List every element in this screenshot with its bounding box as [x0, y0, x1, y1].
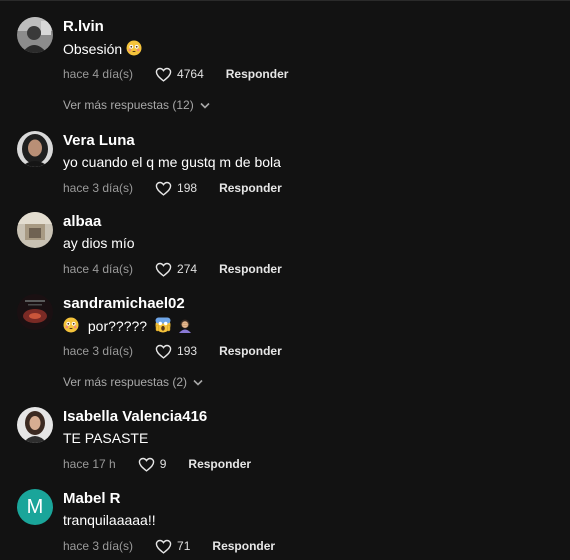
reply-button[interactable]: Responder: [219, 344, 282, 358]
comment-text: ay dios mío: [63, 235, 135, 251]
comment-timestamp: hace 3 día(s): [63, 181, 134, 195]
comment-username[interactable]: Mabel R: [63, 490, 121, 507]
person-facepalming-emoji-icon: [177, 317, 193, 336]
comment-username[interactable]: sandramichael02: [63, 295, 185, 312]
comment-text: tranquilaaaaa!!: [63, 512, 156, 528]
avatar[interactable]: M: [17, 489, 53, 525]
comment-timestamp: hace 4 día(s): [63, 67, 134, 81]
chevron-down-icon: [200, 102, 210, 109]
comment-text: Obsesión: [63, 41, 123, 57]
heart-icon: [155, 262, 172, 277]
reply-button[interactable]: Responder: [219, 181, 282, 195]
comment-meta: hace 3 día(s) 71 Responder: [63, 537, 275, 555]
comment-text: por?????: [87, 318, 148, 334]
heart-icon: [155, 67, 172, 82]
comment-timestamp: hace 3 día(s): [63, 539, 134, 553]
comment-timestamp: hace 3 día(s): [63, 344, 134, 358]
like-button[interactable]: 274: [155, 262, 197, 277]
comment-text: yo cuando el q me gustq m de bola: [63, 154, 281, 170]
avatar[interactable]: [17, 294, 53, 330]
comment-text-line: Obsesión: [63, 40, 142, 59]
view-more-replies-button[interactable]: Ver más respuestas (12): [63, 98, 210, 112]
like-button[interactable]: 198: [155, 181, 197, 196]
reply-button[interactable]: Responder: [219, 262, 282, 276]
reply-button[interactable]: Responder: [212, 539, 275, 553]
heart-icon: [155, 539, 172, 554]
comment-text: TE PASASTE: [63, 430, 149, 446]
avatar[interactable]: [17, 17, 53, 53]
like-button[interactable]: 193: [155, 344, 197, 359]
top-divider: [0, 0, 570, 1]
comment-username[interactable]: Vera Luna: [63, 132, 135, 149]
comment-username[interactable]: albaa: [63, 213, 101, 230]
like-count: 9: [159, 457, 167, 471]
comment-text-line: por?????: [63, 317, 193, 336]
reply-button[interactable]: Responder: [226, 67, 289, 81]
avatar[interactable]: [17, 212, 53, 248]
like-button[interactable]: 71: [155, 539, 190, 554]
flushed-face-emoji-icon: [63, 317, 79, 336]
heart-icon: [138, 457, 155, 472]
avatar[interactable]: [17, 131, 53, 167]
heart-icon: [155, 344, 172, 359]
flushed-face-emoji-icon: [126, 40, 142, 59]
comment-timestamp: hace 4 día(s): [63, 262, 134, 276]
like-button[interactable]: 9: [138, 457, 167, 472]
comment-meta: hace 17 h 9 Responder: [63, 455, 251, 473]
comment-timestamp: hace 17 h: [63, 457, 116, 471]
view-more-replies-label: Ver más respuestas (12): [63, 98, 194, 112]
like-count: 274: [177, 262, 198, 276]
avatar[interactable]: [17, 407, 53, 443]
like-count: 193: [177, 344, 198, 358]
comment-meta: hace 4 día(s) 274 Responder: [63, 260, 282, 278]
comment-username[interactable]: Isabella Valencia416: [63, 408, 207, 425]
view-more-replies-label: Ver más respuestas (2): [63, 375, 188, 389]
screaming-face-emoji-icon: [155, 317, 171, 336]
comment-meta: hace 3 día(s) 198 Responder: [63, 179, 282, 197]
chevron-down-icon: [193, 379, 203, 386]
like-count: 4764: [177, 67, 204, 81]
comment-meta: hace 4 día(s) 4764 Responder: [63, 65, 288, 83]
comment-meta: hace 3 día(s) 193 Responder: [63, 342, 282, 360]
reply-button[interactable]: Responder: [188, 457, 251, 471]
view-more-replies-button[interactable]: Ver más respuestas (2): [63, 375, 203, 389]
like-button[interactable]: 4764: [155, 67, 204, 82]
like-count: 198: [177, 181, 198, 195]
comment-username[interactable]: R.lvin: [63, 18, 104, 35]
comments-panel: R.lvin Obsesión hace 4 día(s) 4764 Respo…: [0, 0, 570, 560]
heart-icon: [155, 181, 172, 196]
like-count: 71: [177, 539, 191, 553]
